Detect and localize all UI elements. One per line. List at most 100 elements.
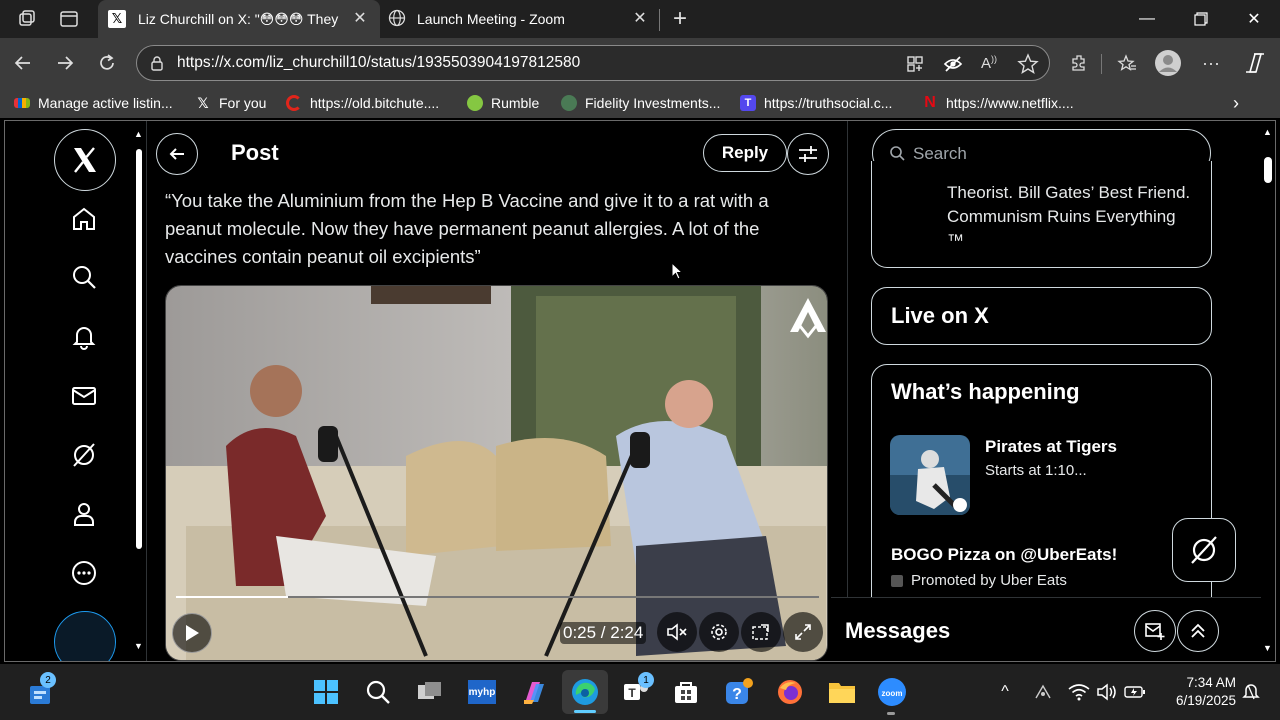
teams-icon[interactable]: T 1 — [618, 672, 654, 710]
back-arrow-icon — [169, 148, 184, 160]
app-available-icon[interactable] — [905, 54, 925, 79]
tab-title: Liz Churchill on X: "😳😳😳 They — [138, 10, 339, 27]
clock[interactable]: 7:34 AM 6/19/2025 — [1160, 674, 1236, 710]
promoted-label: Promoted by Uber Eats — [891, 572, 1067, 589]
widgets-icon[interactable]: 2 — [22, 672, 58, 710]
scrollbar-thumb[interactable] — [136, 149, 142, 549]
bookmarks-overflow-icon[interactable]: › — [1233, 93, 1239, 113]
grok-icon[interactable] — [64, 435, 104, 475]
bookmarks-bar: Manage active listin... 𝕏 For you https:… — [0, 88, 1280, 118]
bookmark-for-you[interactable]: 𝕏 For you — [195, 93, 266, 113]
post-settings-button[interactable] — [787, 133, 829, 175]
url-text[interactable]: https://x.com/liz_churchill10/status/193… — [177, 54, 580, 72]
tab-actions-icon[interactable] — [52, 2, 86, 36]
messages-mail-icon[interactable] — [64, 376, 104, 416]
back-icon[interactable] — [6, 46, 40, 80]
trend-title[interactable]: Pirates at Tigers — [985, 437, 1117, 457]
video-progress-track[interactable] — [176, 596, 819, 598]
battery-icon[interactable] — [1118, 674, 1152, 710]
widgets-badge: 2 — [40, 672, 56, 688]
firefox-icon[interactable] — [772, 674, 808, 710]
play-button[interactable] — [172, 613, 212, 653]
scroll-down-arrow-icon[interactable]: ▼ — [1263, 643, 1272, 653]
bookmark-rumble[interactable]: Rumble — [467, 93, 539, 113]
lock-icon[interactable] — [149, 55, 165, 76]
copilot-app-icon[interactable] — [516, 674, 552, 710]
column-divider — [146, 121, 147, 661]
x-logo-icon: 𝕏 — [197, 95, 209, 111]
minimize-icon[interactable]: — — [1124, 0, 1170, 38]
notifications-bell-icon[interactable] — [64, 316, 104, 356]
bookmark-bitchute[interactable]: https://old.bitchute.... — [286, 93, 439, 113]
task-view-icon[interactable] — [412, 674, 448, 710]
edge-app-icon[interactable] — [562, 670, 608, 714]
sliders-icon — [799, 146, 817, 162]
profile-avatar[interactable] — [1151, 46, 1185, 80]
channel-logo-icon — [788, 296, 827, 349]
get-help-icon[interactable]: ? — [720, 674, 756, 710]
mouse-cursor-icon — [671, 261, 684, 285]
forward-icon[interactable] — [48, 46, 82, 80]
tracking-prevention-icon[interactable] — [943, 54, 963, 79]
video-player[interactable]: 0:25 / 2:24 — [165, 285, 828, 661]
bookmark-truthsocial[interactable]: T https://truthsocial.c... — [740, 93, 892, 113]
location-icon[interactable] — [1026, 674, 1060, 710]
tab-x-post[interactable]: 𝕏 Liz Churchill on X: "😳😳😳 They ✕ — [98, 0, 380, 38]
pip-button[interactable] — [741, 612, 781, 652]
close-tab-icon[interactable]: ✕ — [350, 9, 370, 29]
extensions-icon[interactable] — [1062, 46, 1096, 80]
messages-drawer[interactable]: Messages — [831, 597, 1261, 661]
bookmark-fidelity[interactable]: Fidelity Investments... — [561, 93, 720, 113]
x-home-logo[interactable] — [54, 129, 116, 191]
expand-messages-button[interactable] — [1177, 610, 1219, 652]
mute-button[interactable] — [657, 612, 697, 652]
bookmark-manage-listings[interactable]: Manage active listin... — [14, 93, 173, 113]
back-button[interactable] — [156, 133, 198, 175]
new-tab-icon[interactable]: + — [663, 2, 697, 36]
favorites-icon[interactable] — [1110, 46, 1144, 80]
promoted-trend-title[interactable]: BOGO Pizza on @UberEats! — [891, 545, 1117, 565]
live-on-x-card[interactable]: Live on X — [871, 287, 1212, 345]
zoom-app-icon[interactable]: zoom — [874, 674, 910, 715]
scrollbar-thumb[interactable] — [1264, 157, 1272, 183]
reply-button[interactable]: Reply — [703, 134, 787, 172]
new-message-button[interactable] — [1134, 610, 1176, 652]
settings-button[interactable] — [699, 612, 739, 652]
grok-float-button[interactable] — [1172, 518, 1236, 582]
right-scrollbar[interactable]: ▲ ▼ — [1261, 125, 1275, 659]
workspaces-icon[interactable] — [10, 2, 44, 36]
address-bar[interactable]: https://x.com/liz_churchill10/status/193… — [136, 45, 1050, 81]
read-aloud-icon[interactable]: A)) — [981, 54, 997, 72]
favorite-star-icon[interactable] — [1017, 53, 1039, 80]
scroll-down-arrow-icon[interactable]: ▼ — [134, 641, 143, 651]
scroll-up-arrow-icon[interactable]: ▲ — [134, 129, 143, 139]
explore-search-icon[interactable] — [64, 257, 104, 297]
microsoft-store-icon[interactable] — [668, 674, 704, 710]
restore-icon[interactable] — [1178, 0, 1224, 38]
left-scrollbar[interactable]: ▲ ▼ — [132, 125, 146, 659]
ebay-icon — [14, 98, 30, 108]
more-menu-icon[interactable]: ··· — [1194, 46, 1228, 80]
trend-thumbnail[interactable] — [890, 435, 970, 515]
compose-post-button[interactable] — [54, 611, 116, 661]
fullscreen-button[interactable] — [783, 612, 823, 652]
home-icon[interactable] — [64, 199, 104, 239]
scroll-up-arrow-icon[interactable]: ▲ — [1263, 127, 1272, 137]
windows-logo-icon — [314, 680, 338, 704]
myhp-icon[interactable]: myhp — [464, 674, 500, 710]
close-tab-icon[interactable]: ✕ — [630, 9, 650, 29]
start-button[interactable] — [308, 674, 344, 710]
taskbar-search-icon[interactable] — [360, 674, 396, 710]
copilot-icon[interactable] — [1238, 46, 1272, 80]
file-explorer-icon[interactable] — [824, 674, 860, 710]
bookmark-label: Manage active listin... — [38, 95, 173, 111]
browser-tab-bar: 𝕏 Liz Churchill on X: "😳😳😳 They ✕ Launch… — [0, 0, 1280, 38]
tab-zoom[interactable]: Launch Meeting - Zoom ✕ — [380, 0, 660, 38]
bookmark-netflix[interactable]: N https://www.netflix.... — [922, 93, 1073, 113]
close-window-icon[interactable]: ✕ — [1231, 0, 1277, 38]
profile-icon[interactable] — [64, 494, 104, 534]
more-options-icon[interactable] — [64, 553, 104, 593]
show-hidden-icons-chevron-icon[interactable]: ^ — [988, 674, 1022, 710]
refresh-icon[interactable] — [90, 46, 124, 80]
notification-center-icon[interactable] — [1236, 674, 1266, 710]
